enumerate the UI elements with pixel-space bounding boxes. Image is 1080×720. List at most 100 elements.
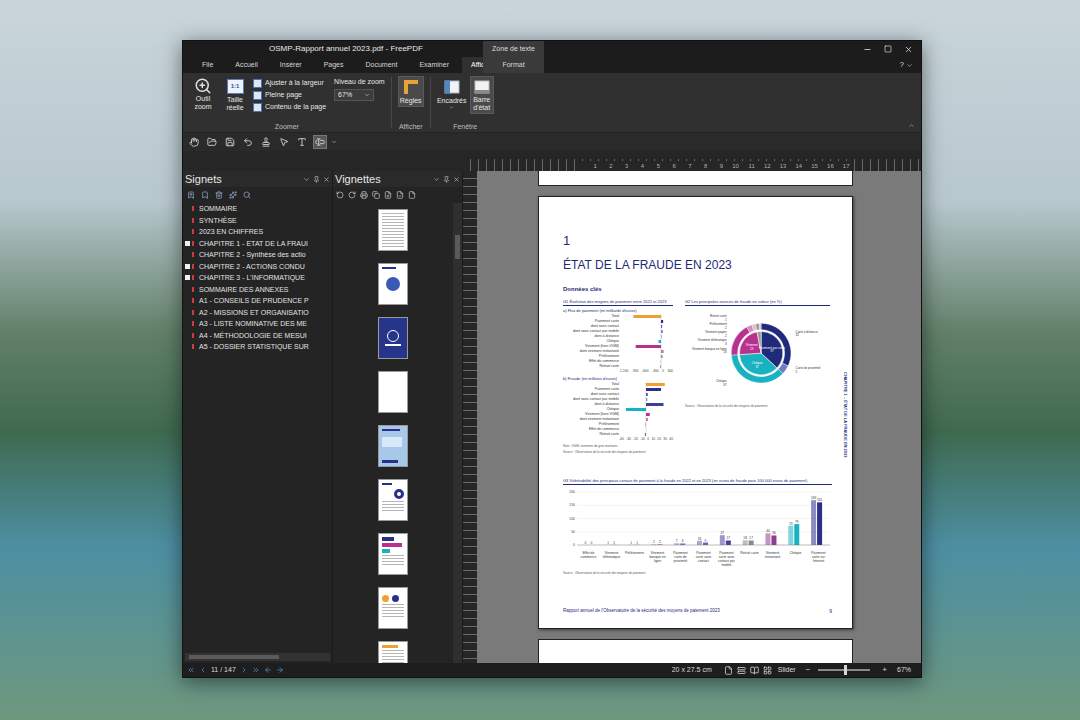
close-icon[interactable] <box>323 176 330 183</box>
bookmark-item[interactable]: CHAPITRE 2 - ACTIONS CONDU <box>183 261 332 273</box>
continuous-icon[interactable] <box>737 666 746 675</box>
bookmarks-header: Signets <box>183 171 332 187</box>
panel-menu-icon[interactable] <box>303 176 310 183</box>
ribbon-tab[interactable]: Examiner <box>410 57 458 73</box>
quick-tool-button[interactable] <box>205 135 219 149</box>
quick-tool-button[interactable] <box>313 135 327 149</box>
ribbon-tab[interactable]: Pages <box>315 57 353 73</box>
page-thumbnail[interactable] <box>378 425 408 467</box>
panels-button[interactable]: Encadrés <box>437 76 467 112</box>
expand-box[interactable] <box>185 275 190 280</box>
rulers-button[interactable]: Règles <box>398 76 424 107</box>
vertical-scrollbar[interactable] <box>453 203 462 663</box>
fit-button[interactable]: Contenu de la page <box>253 101 326 113</box>
quick-tool-button[interactable] <box>295 135 309 149</box>
bookmark-item[interactable]: A3 - LISTE NOMINATIVE DES ME <box>183 318 332 330</box>
maximize-icon[interactable] <box>884 45 892 53</box>
side-running-title: CHAPITRE 1 – ÉTAT DE LA FRAUDE EN 2023 <box>842 372 848 628</box>
next-page-icon[interactable] <box>240 666 248 674</box>
g1-row: dont sans contact <box>563 324 673 329</box>
close-icon[interactable] <box>453 176 460 183</box>
zoom-group: Outil zoom1:1Taille réelle Ajuster à la l… <box>189 73 385 132</box>
page-thumbnail[interactable] <box>378 263 408 305</box>
sparkle-icon[interactable] <box>229 191 237 199</box>
thumbnails-panel: Vignettes <box>333 171 463 663</box>
horizontal-scrollbar[interactable] <box>185 653 330 661</box>
collapse-ribbon-icon[interactable] <box>908 122 915 129</box>
help-button[interactable]: ? <box>900 57 904 73</box>
pin-icon[interactable] <box>313 176 320 183</box>
delete-icon[interactable] <box>215 191 223 199</box>
document-view[interactable]: 1ÉTAT DE LA FRAUDE EN 2023Données clésG1… <box>477 171 921 663</box>
first-page-icon[interactable] <box>187 666 195 674</box>
quick-tool-button[interactable] <box>241 135 255 149</box>
back-icon[interactable] <box>264 666 272 674</box>
zoom-level-dropdown[interactable]: 67% <box>334 89 374 101</box>
zoom-in-button[interactable]: + <box>882 663 887 677</box>
status-bar-button[interactable]: Barre d'état <box>470 76 494 114</box>
quick-tool-button[interactable] <box>277 135 291 149</box>
zoom-slider-thumb[interactable] <box>844 665 847 675</box>
rotate-right-icon[interactable] <box>348 191 356 199</box>
bookmark-item[interactable]: CHAPITRE 2 - Synthèse des actio <box>183 249 332 261</box>
close-icon[interactable] <box>904 45 913 54</box>
page-thumbnail[interactable] <box>378 587 408 629</box>
add-bookmark-icon[interactable] <box>187 191 195 199</box>
bookmark-item[interactable]: SOMMAIRE <box>183 203 332 215</box>
bookmark-item[interactable]: CHAPITRE 3 - L'INFORMATIQUE <box>183 272 332 284</box>
print-icon[interactable] <box>360 191 368 199</box>
ribbon-tab[interactable]: File <box>193 57 222 73</box>
pin-icon[interactable] <box>443 176 450 183</box>
bookmark-item[interactable]: A2 - MISSIONS ET ORGANISATIO <box>183 307 332 319</box>
page-thumbnail[interactable] <box>378 317 408 359</box>
bookmark-item[interactable]: CHAPITRE 1 - ETAT DE LA FRAUI <box>183 238 332 250</box>
window-title: OSMP-Rapport annuel 2023.pdf - FreePDF <box>183 41 483 57</box>
grid-icon[interactable] <box>763 666 772 675</box>
search-icon[interactable] <box>243 191 251 199</box>
single-page-icon[interactable] <box>724 666 733 675</box>
quick-tool-button[interactable] <box>187 135 201 149</box>
bookmark-item[interactable]: SOMMAIRE DES ANNEXES <box>183 284 332 296</box>
page-thumbnail[interactable] <box>378 209 408 251</box>
expand-box[interactable] <box>185 241 190 246</box>
bookmark-item[interactable]: A1 - CONSEILS DE PRUDENCE P <box>183 295 332 307</box>
page-thumbnail[interactable] <box>378 641 408 663</box>
zoom-out-button[interactable]: − <box>806 663 811 677</box>
bookmark-item[interactable]: 2023 EN CHIFFRES <box>183 226 332 238</box>
facing-icon[interactable] <box>750 666 759 675</box>
previous-page-icon[interactable] <box>199 666 207 674</box>
ribbon-tab[interactable]: Document <box>357 57 407 73</box>
options-chevron-icon[interactable] <box>906 62 913 69</box>
last-page-icon[interactable] <box>252 666 260 674</box>
actual-size-button[interactable]: 1:1Taille réelle <box>221 77 249 112</box>
bookmark-item[interactable]: SYNTHÈSE <box>183 215 332 227</box>
copy-icon[interactable] <box>372 191 380 199</box>
ribbon-tab[interactable]: Accueil <box>226 57 267 73</box>
zoom-slider[interactable] <box>818 669 870 671</box>
quick-tool-button[interactable] <box>223 135 237 149</box>
forward-icon[interactable] <box>276 666 284 674</box>
quick-tool-button[interactable] <box>259 135 273 149</box>
page-icon[interactable] <box>408 191 416 199</box>
page-indicator[interactable]: 11 / 147 <box>211 663 236 677</box>
fit-button[interactable]: Pleine page <box>253 89 326 101</box>
page-thumbnail[interactable] <box>378 533 408 575</box>
panel-menu-icon[interactable] <box>433 176 440 183</box>
bookmark-item[interactable]: A5 - DOSSIER STATISTIQUE SUR <box>183 341 332 353</box>
bar-value: 1 <box>636 541 638 545</box>
page-thumbnail[interactable] <box>378 479 408 521</box>
ribbon-tab[interactable]: Insérer <box>271 57 311 73</box>
fit-button[interactable]: Ajuster à la largeur <box>253 77 326 89</box>
bookmark-item[interactable]: A4 - MÉTHODOLOGIE DE MESUI <box>183 330 332 342</box>
category-label: Paiement carte sans contact <box>692 551 715 567</box>
minimize-icon[interactable] <box>863 45 872 54</box>
ribbon-tab[interactable]: Format <box>483 57 544 73</box>
rotate-left-icon[interactable] <box>336 191 344 199</box>
bookmark-icon[interactable] <box>201 191 209 199</box>
remove-page-icon[interactable] <box>396 191 404 199</box>
customize-chevron-icon[interactable] <box>331 139 337 145</box>
expand-box[interactable] <box>185 264 190 269</box>
zoom-tool-button[interactable]: Outil zoom <box>189 77 217 111</box>
page-thumbnail[interactable] <box>378 371 408 413</box>
insert-page-icon[interactable] <box>384 191 392 199</box>
